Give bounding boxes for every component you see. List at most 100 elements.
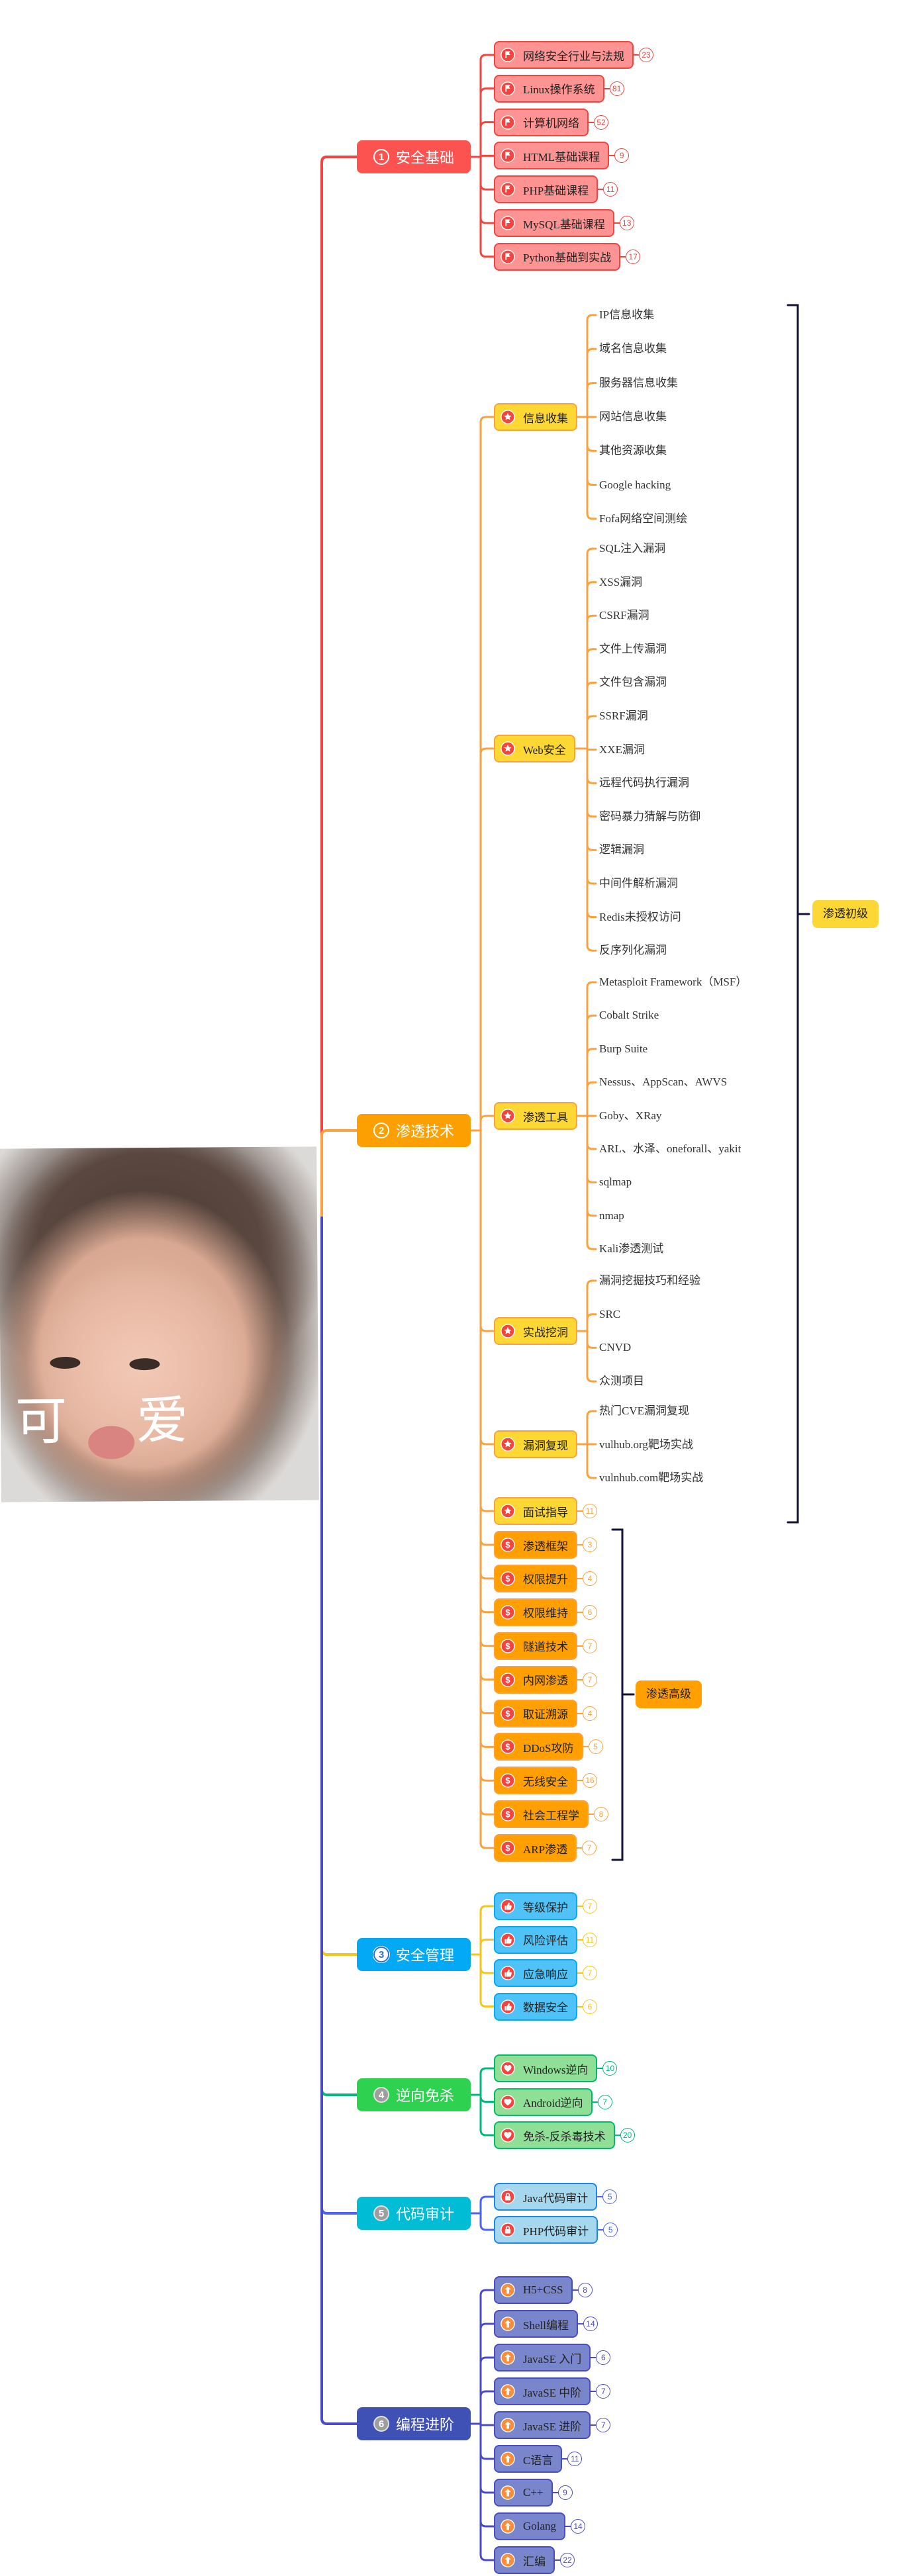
collapsed-count-badge[interactable]: 16 xyxy=(583,1773,597,1788)
subtopic-社会工程学[interactable]: $ 社会工程学 xyxy=(494,1800,589,1829)
collapsed-count-badge[interactable]: 17 xyxy=(626,249,641,264)
main-topic-2[interactable]: 2 渗透技术 xyxy=(357,1114,471,1147)
subtopic-权限提升[interactable]: $ 权限提升 xyxy=(494,1564,577,1592)
subtopic-无线安全[interactable]: $ 无线安全 xyxy=(494,1767,577,1795)
leaf-topic[interactable]: Cobalt Strike xyxy=(599,1005,659,1025)
subtopic-面试指导[interactable]: 面试指导 xyxy=(494,1497,577,1525)
leaf-topic[interactable]: nmap xyxy=(599,1206,624,1226)
subtopic-计算机网络[interactable]: 计算机网络 xyxy=(494,108,589,136)
subtopic-JavaSE 进阶[interactable]: JavaSE 进阶 xyxy=(494,2411,591,2439)
subtopic-隧道技术[interactable]: $ 隧道技术 xyxy=(494,1632,577,1660)
subtopic-JavaSE 入门[interactable]: JavaSE 入门 xyxy=(494,2344,591,2371)
main-topic-5[interactable]: 5 代码审计 xyxy=(357,2197,471,2230)
main-topic-3[interactable]: 3 安全管理 xyxy=(357,1938,471,1971)
collapsed-count-badge[interactable]: 5 xyxy=(602,2189,618,2204)
subtopic-HTML基础课程[interactable]: HTML基础课程 xyxy=(494,142,610,170)
subtopic-PHP代码审计[interactable]: PHP代码审计 xyxy=(494,2216,598,2244)
collapsed-count-badge[interactable]: 14 xyxy=(571,2519,586,2534)
subtopic-Windows逆向[interactable]: Windows逆向 xyxy=(494,2054,598,2082)
leaf-topic[interactable]: Metasploit Framework（MSF） xyxy=(599,972,747,992)
collapsed-count-badge[interactable]: 11 xyxy=(567,2452,583,2466)
subtopic-C语言[interactable]: C语言 xyxy=(494,2445,563,2473)
subtopic-Shell编程[interactable]: Shell编程 xyxy=(494,2310,578,2338)
leaf-topic[interactable]: Google hacking xyxy=(599,475,671,495)
collapsed-count-badge[interactable]: 5 xyxy=(588,1739,603,1755)
collapsed-count-badge[interactable]: 81 xyxy=(609,81,624,96)
collapsed-count-badge[interactable]: 11 xyxy=(583,1932,597,1947)
main-topic-1[interactable]: 1 安全基础 xyxy=(357,140,471,173)
leaf-topic[interactable]: sqlmap xyxy=(599,1172,632,1192)
subtopic-汇编[interactable]: 汇编 xyxy=(494,2546,555,2574)
collapsed-count-badge[interactable]: 3 xyxy=(583,1538,597,1552)
collapsed-count-badge[interactable]: 7 xyxy=(583,1638,597,1653)
collapsed-count-badge[interactable]: 9 xyxy=(557,2485,573,2500)
collapsed-count-badge[interactable]: 11 xyxy=(583,1504,597,1518)
leaf-topic[interactable]: CNVD xyxy=(599,1338,631,1357)
collapsed-count-badge[interactable]: 7 xyxy=(582,1841,597,1856)
subtopic-等级保护[interactable]: 等级保护 xyxy=(494,1892,577,1920)
subtopic-Java代码审计[interactable]: Java代码审计 xyxy=(494,2183,598,2211)
collapsed-count-badge[interactable]: 9 xyxy=(614,148,630,163)
leaf-topic[interactable]: 热门CVE漏洞复现 xyxy=(599,1401,689,1421)
subtopic-H5+CSS[interactable]: H5+CSS xyxy=(494,2276,573,2304)
subtopic-Python基础到实战[interactable]: Python基础到实战 xyxy=(494,242,621,271)
subtopic-数据安全[interactable]: 数据安全 xyxy=(494,1992,577,2021)
leaf-topic[interactable]: Burp Suite xyxy=(599,1039,647,1059)
leaf-topic[interactable]: IP信息收集 xyxy=(599,305,654,325)
leaf-topic[interactable]: Goby、XRay xyxy=(599,1106,661,1126)
subtopic-渗透框架[interactable]: $ 渗透框架 xyxy=(494,1531,577,1559)
subtopic-C++[interactable]: C++ xyxy=(494,2479,553,2507)
collapsed-count-badge[interactable]: 52 xyxy=(594,115,608,130)
leaf-topic[interactable]: SQL注入漏洞 xyxy=(599,539,665,559)
subtopic-漏洞复现[interactable]: 漏洞复现 xyxy=(494,1430,577,1458)
collapsed-count-badge[interactable]: 5 xyxy=(603,2223,618,2237)
leaf-topic[interactable]: SSRF漏洞 xyxy=(599,706,648,726)
subtopic-ARP渗透[interactable]: $ ARP渗透 xyxy=(494,1834,577,1863)
subtopic-风险评估[interactable]: 风险评估 xyxy=(494,1925,577,1954)
collapsed-count-badge[interactable]: 7 xyxy=(583,1899,597,1913)
leaf-topic[interactable]: 中间件解析漏洞 xyxy=(599,874,678,894)
collapsed-count-badge[interactable]: 13 xyxy=(619,216,634,230)
leaf-topic[interactable]: Redis未授权访问 xyxy=(599,907,681,927)
subtopic-实战挖洞[interactable]: 实战挖洞 xyxy=(494,1317,577,1345)
collapsed-count-badge[interactable]: 7 xyxy=(597,2094,612,2109)
collapsed-count-badge[interactable]: 6 xyxy=(596,2350,611,2365)
collapsed-count-badge[interactable]: 20 xyxy=(620,2128,635,2142)
subtopic-Golang[interactable]: Golang xyxy=(494,2512,566,2540)
collapsed-count-badge[interactable]: 7 xyxy=(596,2418,611,2432)
leaf-topic[interactable]: CSRF漏洞 xyxy=(599,606,649,625)
subtopic-DDoS攻防[interactable]: $ DDoS攻防 xyxy=(494,1733,583,1761)
subtopic-应急响应[interactable]: 应急响应 xyxy=(494,1959,577,1987)
main-topic-6[interactable]: 6 编程进阶 xyxy=(357,2407,471,2440)
leaf-topic[interactable]: Fofa网络空间测绘 xyxy=(599,509,687,529)
subtopic-免杀-反杀毒技术[interactable]: 免杀-反杀毒技术 xyxy=(494,2121,615,2149)
collapsed-count-badge[interactable]: 7 xyxy=(583,1966,597,1980)
leaf-topic[interactable]: 漏洞挖掘技巧和经验 xyxy=(599,1271,700,1291)
main-topic-4[interactable]: 4 逆向免杀 xyxy=(357,2078,471,2111)
leaf-topic[interactable]: 逻辑漏洞 xyxy=(599,840,644,860)
subtopic-取证溯源[interactable]: $ 取证溯源 xyxy=(494,1699,577,1727)
collapsed-count-badge[interactable]: 6 xyxy=(583,1604,597,1620)
leaf-topic[interactable]: XSS漏洞 xyxy=(599,573,642,592)
leaf-topic[interactable]: 远程代码执行漏洞 xyxy=(599,773,689,793)
subtopic-网络安全行业与法规[interactable]: 网络安全行业与法规 xyxy=(494,41,634,69)
collapsed-count-badge[interactable]: 23 xyxy=(639,48,653,62)
collapsed-count-badge[interactable]: 7 xyxy=(583,1672,597,1687)
leaf-topic[interactable]: 密码暴力猜解与防御 xyxy=(599,807,700,827)
leaf-topic[interactable]: 服务器信息收集 xyxy=(599,373,678,393)
leaf-topic[interactable]: 反序列化漏洞 xyxy=(599,941,667,960)
collapsed-count-badge[interactable]: 14 xyxy=(583,2317,598,2331)
subtopic-内网渗透[interactable]: $ 内网渗透 xyxy=(494,1665,577,1694)
leaf-topic[interactable]: XXE漏洞 xyxy=(599,740,645,760)
subtopic-JavaSE 中阶[interactable]: JavaSE 中阶 xyxy=(494,2377,591,2405)
collapsed-count-badge[interactable]: 6 xyxy=(583,1999,597,2014)
leaf-topic[interactable]: vulnhub.com靶场实战 xyxy=(599,1468,703,1488)
collapsed-count-badge[interactable]: 4 xyxy=(583,1571,597,1586)
leaf-topic[interactable]: SRC xyxy=(599,1305,620,1324)
leaf-topic[interactable]: 域名信息收集 xyxy=(599,339,667,359)
collapsed-count-badge[interactable]: 7 xyxy=(596,2384,611,2399)
subtopic-Android逆向[interactable]: Android逆向 xyxy=(494,2088,593,2116)
leaf-topic[interactable]: 网站信息收集 xyxy=(599,407,667,427)
leaf-topic[interactable]: ARL、水泽、oneforall、yakit xyxy=(599,1139,741,1159)
leaf-topic[interactable]: 文件上传漏洞 xyxy=(599,639,667,659)
